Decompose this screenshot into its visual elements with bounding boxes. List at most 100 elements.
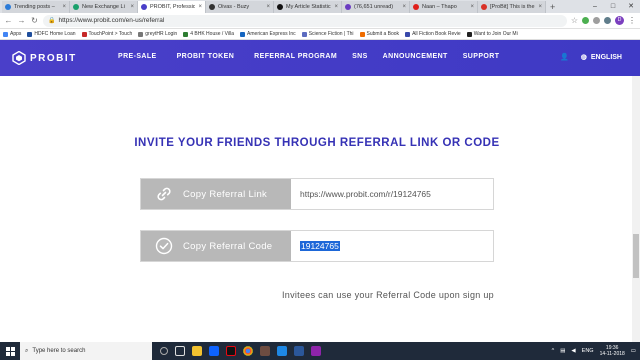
link-icon: [157, 187, 171, 201]
referral-code-field[interactable]: 19124765: [291, 231, 493, 261]
tab-label: [ProBit] This is the: [490, 4, 535, 10]
netflix-icon[interactable]: [226, 346, 236, 356]
profile-avatar[interactable]: D: [615, 16, 624, 25]
dropbox-icon[interactable]: [209, 346, 219, 356]
address-bar[interactable]: 🔒 https://www.probit.com/en-us/referral: [43, 14, 567, 27]
user-icon[interactable]: 👤: [560, 53, 569, 61]
bookmark-item[interactable]: greytHR Login: [138, 31, 177, 37]
page-scrollbar[interactable]: [632, 76, 640, 342]
bookmark-label: American Express Inc: [247, 31, 296, 37]
tab-label: PROBIT, Professio: [150, 4, 196, 10]
probit-logo[interactable]: PROBIT: [12, 51, 77, 65]
taskbar-search-placeholder: Type here to search: [32, 348, 86, 354]
app-icon[interactable]: [260, 346, 270, 356]
taskbar-search-box[interactable]: ⌕ Type here to search: [20, 342, 152, 360]
minimize-icon[interactable]: –: [586, 0, 604, 13]
bookmark-item[interactable]: HDFC Home Loan: [27, 31, 76, 37]
bookmark-label: Apps: [10, 31, 22, 37]
chrome-icon[interactable]: [243, 346, 253, 356]
tab-label: Oivas - Buzy: [218, 4, 250, 10]
back-icon[interactable]: ←: [4, 16, 13, 25]
browser-tab[interactable]: [ProBit] This is the ×: [478, 1, 546, 13]
copy-referral-code-button[interactable]: Copy Referral Code: [141, 231, 291, 261]
referral-code-row: Copy Referral Code 19124765: [140, 230, 494, 262]
tab-label: My Article Statistic: [286, 4, 331, 10]
windows-start-button[interactable]: [0, 342, 20, 360]
bookmarks-bar: Apps HDFC Home Loan TouchPoint > Touch g…: [0, 29, 640, 40]
task-view-icon[interactable]: [175, 346, 185, 356]
maximize-icon[interactable]: □: [604, 0, 622, 13]
bookmark-item[interactable]: Want to Join Our Mi: [466, 31, 518, 37]
language-selector[interactable]: ENGLISH: [591, 54, 622, 61]
address-bar-row: ← → ↻ 🔒 https://www.probit.com/en-us/ref…: [0, 13, 640, 29]
copy-referral-link-button[interactable]: Copy Referral Link: [141, 179, 291, 209]
extension-icon[interactable]: [593, 17, 600, 24]
taskbar-clock[interactable]: 19:36 14-11-2018: [600, 345, 625, 357]
page-title: INVITE YOUR FRIENDS THROUGH REFERRAL LIN…: [134, 137, 500, 149]
main-nav: PRE-SALE PROBIT TOKEN REFERRAL PROGRAM S…: [118, 53, 499, 60]
browser-tab[interactable]: New Exchange Li ×: [70, 1, 138, 13]
close-icon[interactable]: ×: [198, 4, 202, 10]
close-icon[interactable]: ×: [334, 4, 338, 10]
close-icon[interactable]: ×: [130, 4, 134, 10]
close-icon[interactable]: ×: [266, 4, 270, 10]
system-tray: ^ ▤ ◀ ENG 19:36 14-11-2018 ▭: [552, 342, 636, 360]
tab-favicon-icon: [345, 4, 351, 10]
browser-menu-icon[interactable]: ⋮: [628, 16, 636, 25]
browser-tab-bar: Trending posts – × New Exchange Li × PROBI…: [0, 0, 640, 13]
nav-item-referral-program[interactable]: REFERRAL PROGRAM: [254, 53, 337, 60]
bookmark-item[interactable]: Submit a Book: [359, 31, 399, 37]
extension-icon[interactable]: [582, 17, 589, 24]
bookmark-favicon-icon: [405, 31, 411, 37]
close-icon[interactable]: ×: [62, 4, 66, 10]
nav-item-sns[interactable]: SNS: [352, 53, 368, 60]
globe-icon: ◍: [580, 54, 587, 61]
nav-item-pre-sale[interactable]: PRE-SALE: [118, 53, 157, 60]
nav-item-announcement[interactable]: ANNOUNCEMENT: [383, 53, 448, 60]
app-icon[interactable]: [311, 346, 321, 356]
bookmark-item[interactable]: American Express Inc: [240, 31, 296, 37]
browser-tab[interactable]: Naan – Thapo ×: [410, 1, 478, 13]
bookmark-item[interactable]: Apps: [3, 31, 21, 37]
browser-tab[interactable]: Trending posts – ×: [2, 1, 70, 13]
mic-icon[interactable]: [160, 347, 168, 355]
nav-item-support[interactable]: SUPPORT: [463, 53, 500, 60]
bookmark-favicon-icon: [81, 31, 87, 37]
close-window-icon[interactable]: ✕: [622, 0, 640, 13]
scrollbar-thumb[interactable]: [633, 234, 639, 278]
extension-icon[interactable]: [604, 17, 611, 24]
bookmark-favicon-icon: [138, 31, 144, 37]
browser-tab[interactable]: (76,651 unread) ×: [342, 1, 410, 13]
network-icon[interactable]: ▤: [560, 348, 565, 354]
browser-tab[interactable]: My Article Statistic ×: [274, 1, 342, 13]
bookmark-favicon-icon: [183, 31, 189, 37]
tray-chevron-icon[interactable]: ^: [552, 348, 555, 354]
new-tab-button[interactable]: +: [546, 1, 559, 13]
bookmark-item[interactable]: Science Fiction | Thi: [301, 31, 354, 37]
referral-link-field[interactable]: https://www.probit.com/r/19124765: [291, 179, 493, 209]
file-explorer-icon[interactable]: [192, 346, 202, 356]
bookmark-star-icon[interactable]: ☆: [571, 16, 578, 25]
reload-icon[interactable]: ↻: [30, 16, 39, 25]
browser-tab[interactable]: Oivas - Buzy ×: [206, 1, 274, 13]
url-text[interactable]: https://www.probit.com/en-us/referral: [58, 17, 164, 24]
bookmark-item[interactable]: TouchPoint > Touch: [81, 31, 132, 37]
volume-icon[interactable]: ◀: [571, 348, 575, 354]
bookmark-item[interactable]: All Fiction Book Revie: [405, 31, 461, 37]
nav-item-probit-token[interactable]: PROBIT TOKEN: [177, 53, 235, 60]
copy-referral-link-label: Copy Referral Link: [183, 188, 268, 200]
bookmark-item[interactable]: 4 BHK House / Villa: [183, 31, 234, 37]
logo-text: PROBIT: [30, 52, 77, 64]
tab-favicon-icon: [413, 4, 419, 10]
close-icon[interactable]: ×: [538, 4, 542, 10]
referral-link-value[interactable]: https://www.probit.com/r/19124765: [300, 189, 431, 199]
store-icon[interactable]: [277, 346, 287, 356]
notifications-icon[interactable]: ▭: [631, 348, 636, 354]
word-icon[interactable]: [294, 346, 304, 356]
close-icon[interactable]: ×: [470, 4, 474, 10]
language-indicator[interactable]: ENG: [582, 348, 594, 354]
close-icon[interactable]: ×: [402, 4, 406, 10]
forward-icon[interactable]: →: [17, 16, 26, 25]
referral-code-value[interactable]: 19124765: [300, 241, 340, 251]
browser-tab-active[interactable]: PROBIT, Professio ×: [138, 1, 206, 13]
